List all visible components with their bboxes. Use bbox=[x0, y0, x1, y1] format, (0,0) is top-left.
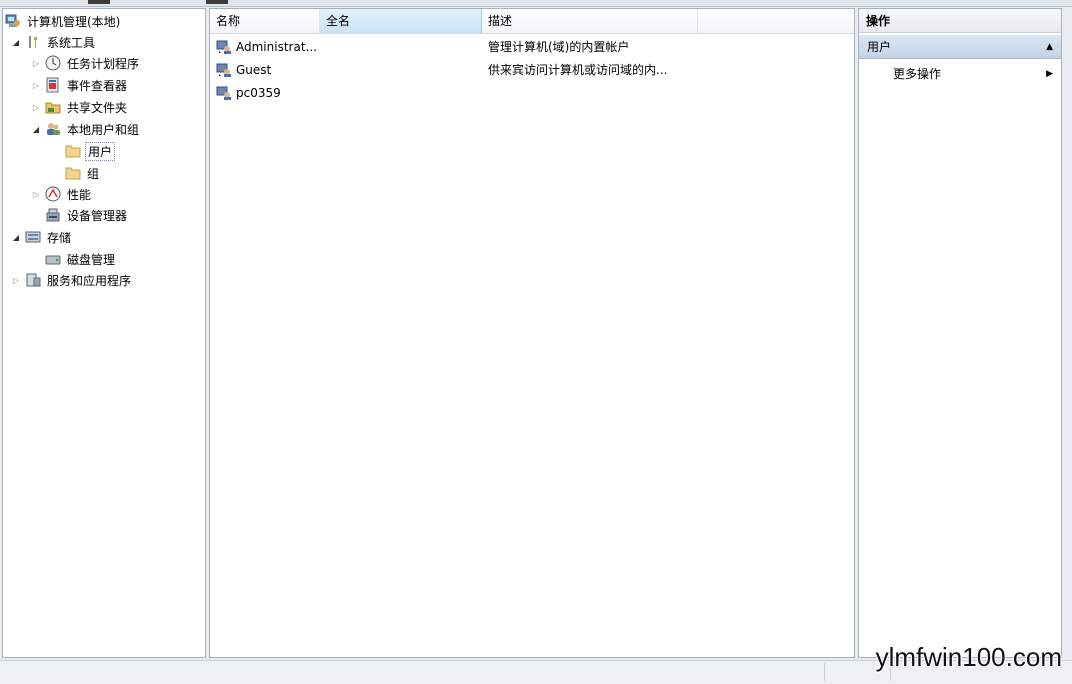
tree-node-users[interactable]: 用户 bbox=[65, 141, 116, 161]
user-icon bbox=[216, 62, 232, 78]
collapse-icon[interactable]: ◢ bbox=[11, 37, 21, 47]
tree-label: 组 bbox=[87, 166, 100, 181]
collapse-icon[interactable]: ◢ bbox=[31, 124, 41, 134]
expand-icon[interactable]: ▷ bbox=[31, 80, 41, 90]
tree-node-event-viewer[interactable]: ▷ 事件查看器 bbox=[31, 75, 129, 95]
tree-label: 事件查看器 bbox=[67, 78, 128, 93]
more-actions-label: 更多操作 bbox=[893, 67, 942, 81]
cell-fullname bbox=[326, 59, 476, 81]
cell-fullname bbox=[326, 36, 476, 58]
table-row[interactable]: Administrat... 管理计算机(域)的内置帐户 bbox=[210, 36, 854, 58]
tree-node-storage[interactable]: ◢ 存储 bbox=[11, 227, 73, 247]
tree-label: 磁盘管理 bbox=[67, 252, 116, 267]
tree-label: 本地用户和组 bbox=[67, 122, 140, 137]
tree-label: 存储 bbox=[47, 230, 72, 245]
tree-node-device-manager[interactable]: 设备管理器 bbox=[45, 205, 129, 225]
column-header-name[interactable]: 名称 bbox=[210, 9, 320, 33]
folder-icon bbox=[65, 143, 81, 159]
cell-name: pc0359 bbox=[236, 86, 281, 100]
column-header-description[interactable]: 描述 bbox=[482, 9, 698, 33]
window-top-strip bbox=[0, 0, 1072, 7]
actions-pane: 操作 用户 ▲ 更多操作 ▶ bbox=[858, 8, 1062, 658]
actions-section-label: 用户 bbox=[867, 40, 892, 54]
cell-description: 供来宾访问计算机或访问域的内... bbox=[488, 63, 668, 77]
tree-label: 服务和应用程序 bbox=[47, 273, 132, 288]
tree-label: 用户 bbox=[85, 141, 116, 161]
computer-management-icon bbox=[5, 13, 21, 29]
expand-icon[interactable]: ▷ bbox=[31, 58, 41, 68]
tree-node-groups[interactable]: 组 bbox=[65, 163, 101, 183]
tools-icon bbox=[25, 34, 41, 50]
console-tree: 计算机管理(本地) ◢ 系统工具 ▷ 任务计划程序 ▷ 事件查看器 ▷ 共享文件… bbox=[2, 8, 206, 658]
tree-node-performance[interactable]: ▷ 性能 bbox=[31, 184, 93, 204]
expand-icon[interactable]: ▷ bbox=[31, 189, 41, 199]
performance-icon bbox=[45, 186, 61, 202]
event-viewer-icon bbox=[45, 77, 61, 93]
tree-node-local-users-groups[interactable]: ◢ 本地用户和组 bbox=[31, 119, 141, 139]
user-icon bbox=[216, 39, 232, 55]
tree-label: 任务计划程序 bbox=[67, 56, 140, 71]
users-groups-icon bbox=[45, 121, 61, 137]
tree-node-task-scheduler[interactable]: ▷ 任务计划程序 bbox=[31, 53, 141, 73]
users-list-view: 名称 全名 描述 Administrat... 管理计算机(域)的内置帐户 Gu… bbox=[209, 8, 855, 658]
tree-label: 设备管理器 bbox=[67, 208, 128, 223]
submenu-arrow-icon: ▶ bbox=[1046, 69, 1053, 79]
expand-icon[interactable]: ▷ bbox=[31, 102, 41, 112]
cell-description bbox=[488, 82, 708, 104]
tree-node-computer-management[interactable]: 计算机管理(本地) bbox=[5, 11, 122, 31]
cell-fullname bbox=[326, 82, 476, 104]
cell-name: Administrat... bbox=[236, 40, 317, 54]
watermark: ylmfwin100.com bbox=[875, 642, 1062, 672]
toolbar-tab-2 bbox=[206, 0, 228, 4]
tree-node-shared-folders[interactable]: ▷ 共享文件夹 bbox=[31, 97, 129, 117]
tree-label: 系统工具 bbox=[47, 35, 96, 50]
shared-folder-icon bbox=[45, 99, 61, 115]
table-row[interactable]: pc0359 bbox=[210, 82, 854, 104]
tree-label: 性能 bbox=[67, 187, 92, 202]
tree-label: 计算机管理(本地) bbox=[27, 14, 121, 29]
disk-icon bbox=[45, 251, 61, 267]
device-manager-icon bbox=[45, 207, 61, 223]
tree-label: 共享文件夹 bbox=[67, 100, 128, 115]
tree-node-disk-management[interactable]: 磁盘管理 bbox=[45, 249, 117, 269]
column-header-fullname[interactable]: 全名 bbox=[320, 9, 482, 33]
collapse-icon[interactable]: ◢ bbox=[11, 232, 21, 242]
collapse-up-icon[interactable]: ▲ bbox=[1046, 35, 1053, 59]
table-row[interactable]: Guest 供来宾访问计算机或访问域的内... bbox=[210, 59, 854, 81]
expand-icon[interactable]: ▷ bbox=[11, 275, 21, 285]
cell-description: 管理计算机(域)的内置帐户 bbox=[488, 40, 630, 54]
storage-icon bbox=[25, 229, 41, 245]
cell-name: Guest bbox=[236, 63, 272, 77]
status-divider bbox=[824, 663, 825, 681]
actions-title: 操作 bbox=[859, 9, 1061, 33]
more-actions-item[interactable]: 更多操作 ▶ bbox=[859, 63, 1061, 85]
services-icon bbox=[25, 272, 41, 288]
tree-node-system-tools[interactable]: ◢ 系统工具 bbox=[11, 32, 97, 52]
actions-section-users[interactable]: 用户 ▲ bbox=[859, 35, 1061, 59]
list-header: 名称 全名 描述 bbox=[210, 9, 854, 34]
user-icon bbox=[216, 85, 232, 101]
toolbar-tab-1 bbox=[88, 0, 110, 4]
tree-node-services-apps[interactable]: ▷ 服务和应用程序 bbox=[11, 270, 133, 290]
clock-icon bbox=[45, 55, 61, 71]
folder-icon bbox=[65, 165, 81, 181]
